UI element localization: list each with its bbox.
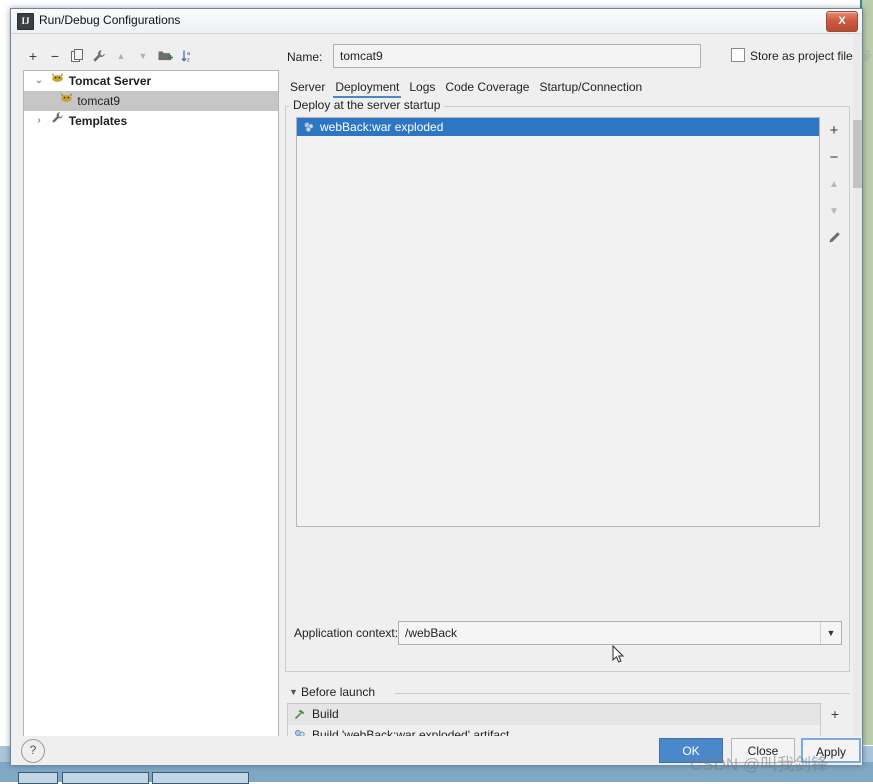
tab-server[interactable]: Server	[285, 78, 330, 99]
sort-az-icon[interactable]: a z	[177, 46, 197, 66]
intellij-idea-icon: IJ	[17, 13, 34, 30]
add-before-launch-task-button[interactable]: +	[823, 703, 847, 725]
deployment-list-toolbar: + − ▲ ▼	[822, 117, 846, 527]
name-row: Name: Store as project file	[283, 44, 853, 70]
svg-text:a: a	[187, 51, 191, 57]
configurations-toolbar: + − ▲ ▼	[23, 44, 278, 68]
build-hammer-icon	[294, 706, 306, 727]
before-launch-title: Before launch	[301, 685, 375, 699]
cancel-button[interactable]: Close	[731, 738, 795, 763]
tree-node-tomcat-server[interactable]: ⌄ Tomcat Server	[24, 71, 278, 91]
store-as-project-file-label: Store as project file	[750, 49, 853, 63]
dialog-title-bar: IJ Run/Debug Configurations X	[11, 9, 862, 34]
tree-node-label: Templates	[69, 111, 127, 131]
remove-artifact-button[interactable]: −	[822, 144, 846, 171]
svg-text:z: z	[187, 58, 190, 64]
wrench-icon	[49, 111, 65, 131]
list-item[interactable]: webBack:war exploded	[297, 118, 819, 136]
configurations-tree[interactable]: ⌄ Tomcat Server	[23, 70, 279, 742]
deploy-at-server-startup-group: webBack:war exploded + − ▲ ▼ Applicati	[285, 106, 850, 672]
desktop-wallpaper-strip	[862, 0, 873, 745]
application-context-label: Application context:	[294, 626, 398, 640]
tree-node-templates[interactable]: › Templates	[24, 111, 278, 131]
configuration-editor-panel: Name: Store as project file ServerDeploy…	[283, 40, 853, 742]
chevron-down-icon[interactable]: ▼	[820, 622, 841, 644]
chevron-right-icon[interactable]: ›	[32, 111, 46, 131]
chevron-down-icon[interactable]: ⌄	[32, 71, 46, 91]
tab-code-coverage[interactable]: Code Coverage	[440, 78, 534, 99]
artifact-icon	[303, 120, 315, 138]
move-artifact-down-button[interactable]: ▼	[822, 198, 846, 225]
taskbar-button[interactable]	[18, 772, 58, 784]
tab-deployment[interactable]: Deployment	[330, 78, 404, 99]
deployment-artifact-list[interactable]: webBack:war exploded	[296, 117, 820, 527]
taskbar-button[interactable]	[62, 772, 149, 784]
copy-configuration-button[interactable]	[67, 46, 87, 66]
move-artifact-up-button[interactable]: ▲	[822, 171, 846, 198]
deploy-group-title: Deploy at the server startup	[289, 98, 444, 112]
ok-button[interactable]: OK	[659, 738, 723, 763]
tree-node-label: Tomcat Server	[69, 71, 151, 91]
tab-startup-connection[interactable]: Startup/Connection	[534, 78, 647, 99]
tomcat-icon	[58, 91, 74, 111]
dialog-title: Run/Debug Configurations	[39, 13, 180, 27]
name-label: Name:	[287, 50, 322, 64]
move-up-button[interactable]: ▲	[111, 46, 131, 66]
application-context-combobox[interactable]: /webBack ▼	[398, 621, 842, 645]
scrollbar-thumb[interactable]	[853, 120, 862, 188]
application-context-row: Application context: /webBack ▼	[294, 621, 842, 645]
edit-artifact-pencil-icon[interactable]	[822, 225, 846, 252]
move-down-button[interactable]: ▼	[133, 46, 153, 66]
list-item-label: Build	[312, 707, 339, 721]
application-context-value: /webBack	[405, 626, 457, 640]
store-as-project-file-checkbox[interactable]	[731, 48, 745, 62]
close-icon[interactable]: X	[826, 11, 858, 32]
section-divider	[395, 693, 850, 694]
add-configuration-button[interactable]: +	[23, 46, 43, 66]
remove-configuration-button[interactable]: −	[45, 46, 65, 66]
add-artifact-button[interactable]: +	[822, 117, 846, 144]
chevron-down-icon[interactable]: ▼	[289, 687, 298, 697]
list-item-label: webBack:war exploded	[320, 120, 443, 134]
dialog-body: + − ▲ ▼	[11, 34, 862, 736]
taskbar-button[interactable]	[152, 772, 249, 784]
dialog-scrollbar[interactable]	[853, 34, 862, 736]
tab-logs[interactable]: Logs	[404, 78, 440, 99]
dialog-footer: ? OK Close Apply	[11, 736, 862, 765]
apply-button[interactable]: Apply	[801, 738, 861, 763]
store-as-project-file-row[interactable]: Store as project file	[731, 48, 871, 65]
list-item[interactable]: Build	[288, 704, 820, 725]
help-button[interactable]: ?	[21, 739, 45, 763]
tomcat-icon	[49, 71, 65, 91]
tree-node-tomcat9[interactable]: tomcat9	[24, 91, 278, 111]
new-folder-icon[interactable]	[155, 46, 175, 66]
tree-node-label: tomcat9	[77, 91, 120, 111]
run-debug-configurations-dialog: IJ Run/Debug Configurations X + − ▲ ▼	[10, 8, 863, 765]
name-input[interactable]	[333, 44, 701, 68]
edit-templates-wrench-icon[interactable]	[89, 46, 109, 66]
